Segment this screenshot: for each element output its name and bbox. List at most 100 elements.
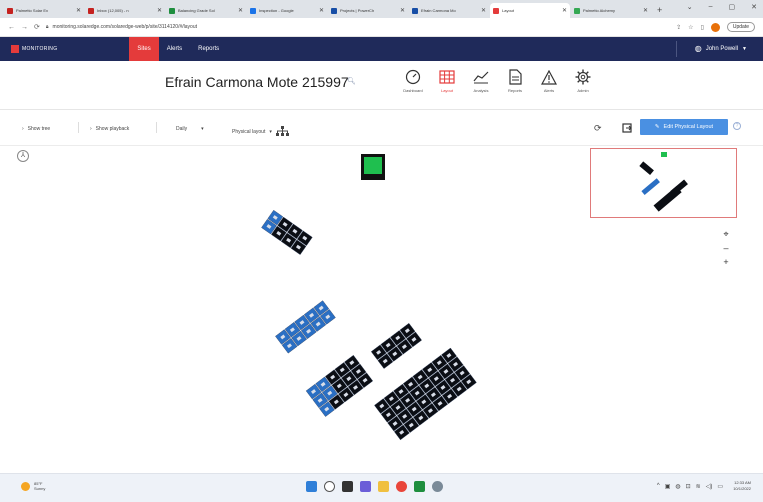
browser-tab[interactable]: Palmetto Alchemy ✕ [571,3,651,18]
favicon-icon [250,7,256,14]
close-tab-icon[interactable]: ✕ [76,7,81,14]
settings-taskbar-icon[interactable] [432,481,443,492]
panel-array[interactable] [261,209,313,255]
chevron-right-icon: › [22,126,24,132]
help-icon[interactable]: ? [733,122,741,130]
caret-down-icon: ▾ [269,128,272,135]
profile-avatar[interactable] [710,22,720,32]
chevron-up-icon[interactable]: ^ [657,483,660,490]
tray-app-icon[interactable]: ⊡ [686,483,691,490]
tab-dashboard[interactable]: Dashboard [396,68,430,93]
warning-icon [541,68,557,86]
show-tree-toggle[interactable]: › Show tree [22,126,50,132]
file-explorer-icon[interactable] [378,481,389,492]
menu-alerts[interactable]: Alerts [159,37,190,61]
period-select[interactable]: Daily ▾ [176,126,204,132]
refresh-icon[interactable]: ⟳ [594,123,602,134]
header-divider [676,41,677,57]
caret-down-icon: ▾ [201,126,204,132]
recenter-icon[interactable]: ⌖ [723,227,728,241]
inverter-status [364,157,382,174]
export-icon[interactable] [622,123,632,133]
menu-reports[interactable]: Reports [190,37,227,61]
start-icon[interactable] [306,481,317,492]
close-tab-icon[interactable]: ✕ [643,7,648,14]
forward-icon[interactable]: → [21,24,28,31]
tab-title: Layout [502,8,515,13]
minimap-array [639,161,654,176]
maximize-icon[interactable]: ▢ [729,3,736,11]
browser-tab[interactable]: Balancing Grade Sol ✕ [166,3,246,18]
layout-mode-select[interactable]: Physical layout ▾ [232,126,289,137]
favicon-icon [88,7,94,14]
battery-icon[interactable]: ▭ [717,483,723,490]
task-view-icon[interactable] [342,481,353,492]
minimap-inverter [661,152,667,157]
logo[interactable]: MONITORING [11,45,57,53]
tab-alerts[interactable]: Alerts [532,68,566,93]
wifi-icon[interactable]: ≋ [696,483,701,490]
zoom-in-button[interactable]: + [723,255,728,269]
weather-widget[interactable]: 85°F Sunny [21,481,45,491]
browser-tab[interactable]: Efrain Carmona Mo ✕ [409,3,489,18]
bookmark-star-icon[interactable]: ☆ [688,24,693,31]
new-tab-button[interactable]: + [652,3,667,18]
tab-admin[interactable]: Admin [566,68,600,93]
back-icon[interactable]: ← [8,24,15,31]
clock[interactable]: 12:33 AM 10/1/2022 [733,480,751,492]
tab-title: Palmetto Alchemy [583,8,616,13]
screen: Palmetto Solar Ex ✕ Inbox (12,005) - n ✕ Bal… [0,0,763,502]
favicon-icon [7,7,13,14]
chrome-icon[interactable] [396,481,407,492]
edit-physical-layout-button[interactable]: ✎ Edit Physical Layout [640,119,728,135]
close-tab-icon[interactable]: ✕ [319,7,324,14]
tray-app-icon[interactable]: ▣ [665,483,671,490]
browser-tab[interactable]: Layout ✕ [490,3,570,18]
minimize-icon[interactable]: – [709,3,713,11]
panel-array[interactable] [305,354,374,417]
tab-search-icon[interactable]: ⌄ [687,3,693,11]
clock-date: 10/1/2022 [733,486,751,491]
volume-icon[interactable]: ◁) [706,483,713,490]
close-tab-icon[interactable]: ✕ [562,7,567,14]
minimap[interactable] [590,148,737,218]
sun-icon [21,481,30,491]
panel-array[interactable] [275,300,336,354]
chart-icon [473,68,489,86]
close-window-icon[interactable]: ✕ [751,3,757,11]
close-tab-icon[interactable]: ✕ [238,7,243,14]
tray-app-icon[interactable]: ◍ [675,483,680,490]
browser-tab[interactable]: Palmetto Solar Ex ✕ [4,3,84,18]
toolbar-divider [78,122,79,133]
user-menu[interactable]: ◍ John Powell ▼ [695,44,747,53]
pencil-icon: ✎ [654,124,660,130]
url-field[interactable]: monitoring.solaredge.com/solaredge-web/p… [53,24,197,30]
show-playback-toggle[interactable]: › Show playback [90,126,129,132]
menu-sites[interactable]: Sites [129,37,159,61]
close-tab-icon[interactable]: ✕ [400,7,405,14]
chat-icon[interactable] [360,481,371,492]
search-taskbar-icon[interactable] [324,481,335,492]
tab-reports[interactable]: Reports [498,68,532,93]
close-tab-icon[interactable]: ✕ [157,7,162,14]
address-bar: ← → ⟳ 🔒︎ monitoring.solaredge.com/solare… [0,18,763,37]
update-button[interactable]: Update [726,22,755,32]
excel-icon[interactable] [414,481,425,492]
gauge-icon [405,68,421,86]
document-icon [508,68,522,86]
browser-tab[interactable]: Projects | PowerCh ✕ [328,3,408,18]
panel-array[interactable] [370,322,422,369]
close-tab-icon[interactable]: ✕ [481,7,486,14]
share-icon[interactable]: ⇪ [676,24,681,31]
browser-actions: ⇪ ☆ ▯ Update [676,22,755,32]
sidebar-icon[interactable]: ▯ [701,24,704,31]
tab-layout[interactable]: Layout [430,68,464,93]
compass-icon[interactable]: ⅄ [17,150,29,162]
zoom-out-button[interactable]: – [723,241,728,255]
reload-icon[interactable]: ⟳ [34,23,40,31]
tab-analysis[interactable]: Analysis [464,68,498,93]
browser-tab[interactable]: Inspection - Google ✕ [247,3,327,18]
browser-tab[interactable]: Inbox (12,005) - n ✕ [85,3,165,18]
tab-title: Projects | PowerCh [340,8,375,13]
search-icon[interactable]: 🔍︎ [347,77,356,85]
